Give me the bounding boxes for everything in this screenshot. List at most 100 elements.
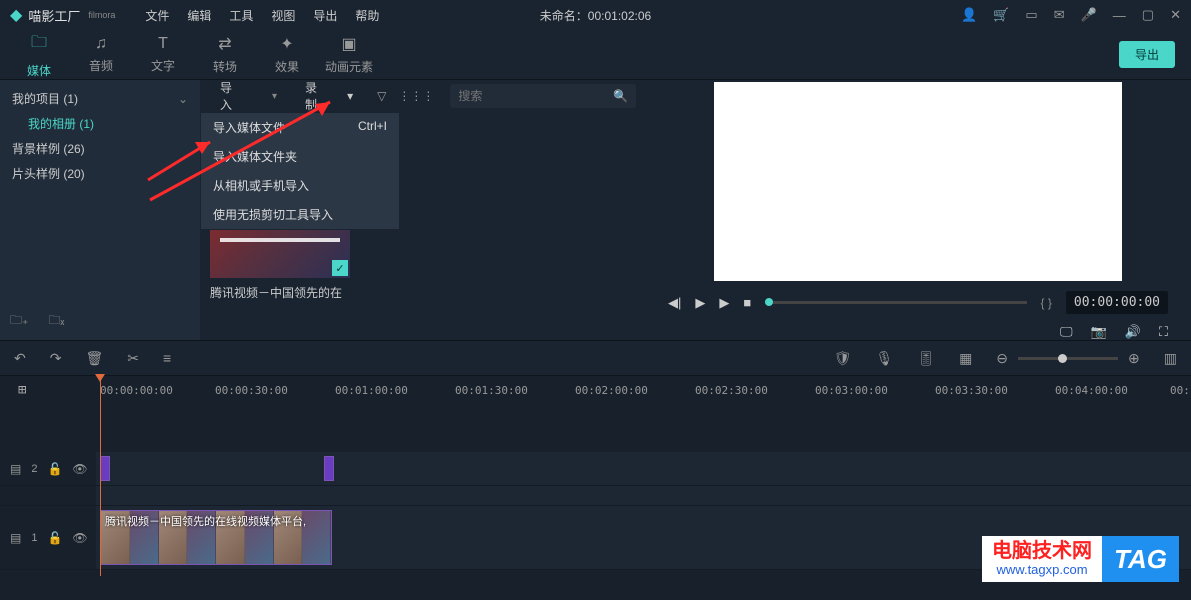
preview-canvas [714,82,1122,281]
chevron-down-icon: ▾ [272,91,277,102]
play2-icon[interactable]: ▶ [719,295,729,311]
cut-icon[interactable]: ✂ [127,350,139,367]
tab-anim[interactable]: ▣动画元素 [318,34,380,75]
timeline-toolbar: ↶ ↷ 🗑 ✂ ≡ 🛡 🎙 🎚 ▦ ⊖ ⊕ ▥ [0,340,1191,376]
import-menu-file-accel: Ctrl+I [358,119,387,136]
stop-icon[interactable]: ■ [743,295,751,310]
time-ruler[interactable]: ⊞ 00:00:00:00 00:00:30:00 00:01:00:00 00… [0,376,1191,404]
add-track-icon[interactable]: ⊞ [18,382,26,398]
clip-marker-start[interactable] [100,456,110,481]
undo-icon[interactable]: ↶ [14,350,26,367]
minimize-icon[interactable]: — [1113,8,1126,23]
mic-icon[interactable]: 🎤 [1081,7,1097,23]
record-dropdown[interactable]: 录制 ▾ [295,79,363,113]
redo-icon[interactable]: ↷ [50,350,62,367]
lock-icon[interactable]: 🔓 [47,531,62,545]
import-menu-lossless[interactable]: 使用无损剪切工具导入 [201,200,399,229]
track-2-body[interactable] [96,452,1191,485]
ruler-label: 00:02:30:00 [695,384,768,397]
watermark: 电脑技术网 www.tagxp.com TAG [982,536,1179,582]
user-icon[interactable]: 👤 [961,7,977,23]
zoom-slider[interactable] [1018,357,1118,360]
main-area: 我的项目 (1) ⌄ 我的相册 (1) 背景样例 (26) 片头样例 (20) … [0,80,1191,340]
sidebar-my-project[interactable]: 我的项目 (1) ⌄ [0,86,200,111]
new-folder-icon[interactable]: 🗀₊ [10,311,28,332]
zoom-in-icon[interactable]: ⊕ [1128,350,1140,367]
render-icon[interactable]: ▦ [959,350,972,367]
menu-file[interactable]: 文件 [145,7,169,24]
search-box[interactable]: 🔍 [450,84,636,108]
tab-effects-label: 效果 [275,58,299,75]
filter-icon[interactable]: ▽ [377,89,386,103]
zoom-handle[interactable] [1058,354,1067,363]
voiceover-icon[interactable]: 🎙 [876,350,894,367]
ruler-label: 00:01:30:00 [455,384,528,397]
ruler-label: 00: [1170,384,1190,397]
anim-icon: ▣ [341,34,356,54]
media-panel: 导入 ▾ 录制 ▾ ▽ ⋮⋮⋮ 🔍 导入媒体文件 Ctrl+I [200,80,645,340]
preview-extras: 🖵 📷 🔊 ⛶ [668,324,1168,340]
tab-text-label: 文字 [151,57,175,74]
cart-icon[interactable]: 🛒 [993,7,1009,23]
tab-effects[interactable]: ✦ 效果 [256,34,318,75]
snapshot-icon[interactable]: 📷 [1091,324,1107,340]
film-icon: ▤ [10,462,21,476]
tab-audio[interactable]: ♫音频 [70,35,132,74]
zoom-control: ⊖ ⊕ [996,350,1139,367]
playhead[interactable] [100,376,101,576]
menu-export[interactable]: 导出 [313,7,337,24]
save-icon[interactable]: ▭ [1025,7,1037,23]
progress-bar[interactable] [765,301,1026,304]
grid-icon[interactable]: ⋮⋮⋮ [398,89,434,103]
play-icon[interactable]: ▶ [695,295,705,311]
lock-icon[interactable]: 🔓 [47,462,62,476]
volume-icon[interactable]: 🔊 [1125,324,1141,340]
sidebar-my-album[interactable]: 我的相册 (1) [0,111,200,136]
menu-tools[interactable]: 工具 [229,7,253,24]
import-dropdown[interactable]: 导入 ▾ [210,79,287,113]
mail-icon[interactable]: ✉ [1054,7,1065,23]
mixer-icon[interactable]: 🎚 [917,350,935,367]
tab-transition[interactable]: ⇄转场 [194,34,256,75]
app-name: 喵影工厂 [28,6,80,25]
progress-handle[interactable] [765,298,773,306]
sidebar-bg-samples[interactable]: 背景样例 (26) [0,136,200,161]
ruler-label: 00:00:30:00 [215,384,288,397]
shield-icon[interactable]: 🛡 [834,350,852,367]
import-menu-folder-label: 导入媒体文件夹 [213,148,297,165]
zoom-out-icon[interactable]: ⊖ [996,350,1008,367]
import-menu-lossless-label: 使用无损剪切工具导入 [213,206,333,223]
import-menu-camera[interactable]: 从相机或手机导入 [201,171,399,200]
menu-view[interactable]: 视图 [271,7,295,24]
search-input[interactable] [458,89,613,103]
search-icon[interactable]: 🔍 [613,89,628,103]
title-bar: ◆ 喵影工厂 filmora 文件 编辑 工具 视图 导出 帮助 未命名：00:… [0,0,1191,30]
ruler-label: 00:03:00:00 [815,384,888,397]
import-menu-folder[interactable]: 导入媒体文件夹 [201,142,399,171]
delete-icon[interactable]: 🗑 [85,350,103,367]
ruler-label: 00:02:00:00 [575,384,648,397]
sidebar-intro-samples[interactable]: 片头样例 (20) [0,161,200,186]
maximize-icon[interactable]: ▢ [1142,7,1154,23]
mark-braces[interactable]: { } [1041,296,1052,310]
import-menu-file[interactable]: 导入媒体文件 Ctrl+I [201,113,399,142]
eye-icon[interactable]: 👁 [72,462,87,476]
display-icon[interactable]: 🖵 [1060,324,1073,340]
menu-help[interactable]: 帮助 [355,7,379,24]
clip-marker-end[interactable] [324,456,334,481]
fit-icon[interactable]: ▥ [1164,350,1177,367]
eye-icon[interactable]: 👁 [72,531,87,545]
fullscreen-icon[interactable]: ⛶ [1159,324,1168,340]
effects-icon: ✦ [280,34,293,54]
menu-edit[interactable]: 编辑 [187,7,211,24]
check-icon: ✓ [332,260,348,276]
tab-media[interactable]: 🗀媒体 [8,31,70,79]
export-button[interactable]: 导出 [1119,41,1175,68]
video-clip[interactable]: 腾讯视频－中国领先的在线视频媒体平台, [100,510,332,565]
prev-icon[interactable]: ◀| [668,295,681,311]
delete-folder-icon[interactable]: 🗀ₓ [48,311,64,332]
import-label: 导入 [220,79,232,113]
adjust-icon[interactable]: ≡ [163,350,171,366]
tab-text[interactable]: T文字 [132,35,194,74]
close-icon[interactable]: ✕ [1170,7,1181,23]
